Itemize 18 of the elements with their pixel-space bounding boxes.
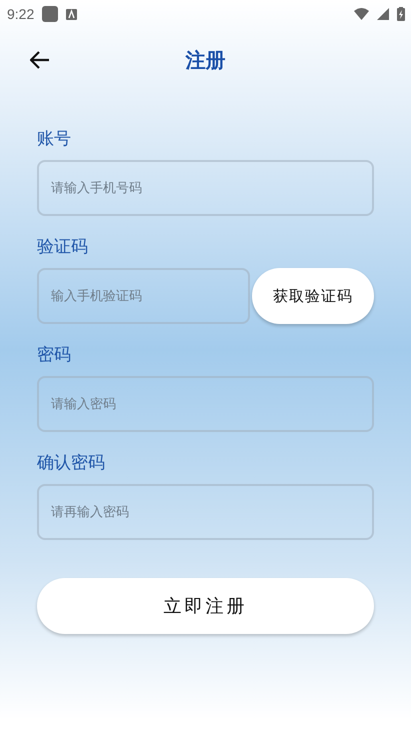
wifi-icon — [354, 8, 369, 20]
input-field[interactable]: 请再输入密码 — [37, 484, 374, 540]
back-arrow-icon — [30, 51, 50, 69]
get-code-button[interactable]: 获取验证码 — [252, 268, 374, 324]
field-label: 验证码 — [37, 236, 89, 258]
register-button[interactable]: 立即注册 — [37, 578, 374, 634]
field-label: 账号 — [37, 128, 72, 150]
field-label: 确认密码 — [37, 452, 106, 474]
signal-icon — [377, 8, 389, 20]
battery-icon — [397, 7, 405, 21]
input-field[interactable]: 输入手机验证码 — [37, 268, 250, 324]
page-title: 注册 — [186, 46, 226, 74]
input-field[interactable]: 请输入手机号码 — [37, 160, 374, 216]
keyboard-icon — [66, 8, 78, 20]
status-time: 9:22 — [7, 6, 34, 22]
app-icon — [42, 6, 58, 22]
field-label: 密码 — [37, 344, 72, 366]
input-field[interactable]: 请输入密码 — [37, 376, 374, 432]
